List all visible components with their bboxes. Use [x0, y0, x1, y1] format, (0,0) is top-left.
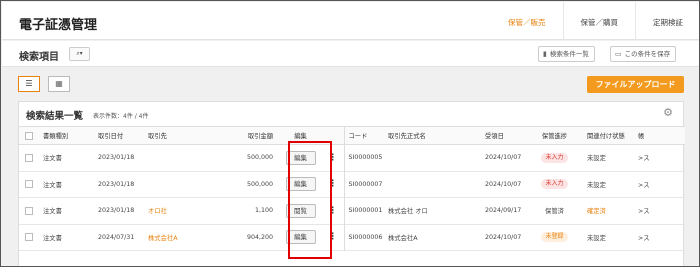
amount-cell: 1,100 [254, 207, 273, 215]
table-row[interactable]: 注文書 2024/07/31 株式会社A 904,200 編集 ⋮ SI0000… [19, 224, 685, 251]
search-bar: 検索項目 ⌕▾ ▮ 検索条件一覧 ▭ この条件を保存 [2, 41, 699, 67]
progress-badge: 未入力 [541, 179, 568, 190]
list-icon: ☰ [25, 79, 33, 88]
partner-cell[interactable]: オロ社 [144, 198, 214, 225]
link-status-cell: 未設定 [587, 181, 606, 189]
search-conditions-list-button[interactable]: ▮ 検索条件一覧 [538, 46, 595, 62]
header-nav: 保管／販売 保管／購買 定期検証 [491, 2, 699, 40]
more-cell: >ス [638, 155, 650, 163]
row-checkbox[interactable] [25, 206, 33, 215]
nav-purchase-storage[interactable]: 保管／購買 [562, 2, 636, 40]
link-status-cell: 未設定 [587, 234, 606, 242]
app-window: 電子証憑管理 保管／販売 保管／購買 定期検証 検索項目 ⌕▾ ▮ 検索条件一覧 … [0, 0, 700, 267]
code-cell: SI0000006 [343, 224, 384, 251]
more-menu-icon[interactable]: ⋮ [328, 232, 337, 242]
official-name-cell: 株式会社 オロ [388, 208, 428, 216]
code-cell: SI0000005 [343, 144, 384, 171]
more-cell: >ス [638, 208, 650, 216]
more-menu-icon[interactable]: ⋮ [328, 206, 337, 216]
select-all-checkbox[interactable] [25, 131, 33, 140]
results-panel: 検索結果一覧 表示件数：4件 / 4件 ⚙ 書類種別 取引日付 取引先 取引金額… [18, 101, 685, 266]
received-cell: 2024/09/17 [485, 207, 522, 215]
col-link-status[interactable]: 関連付け状態 [583, 126, 634, 145]
link-status-cell: 未設定 [587, 155, 606, 163]
select-all-header[interactable] [19, 126, 39, 145]
link-status-cell: 確定済 [587, 208, 606, 216]
view-button[interactable]: 閲覧 [285, 203, 316, 218]
row-checkbox[interactable] [25, 233, 33, 242]
more-cell: >ス [638, 181, 650, 189]
table-row[interactable]: 注文書 2023/01/18 500,000 編集 ⋮ SI0000005 20… [19, 144, 685, 172]
search-title: 検索項目 [19, 52, 59, 63]
edit-button[interactable]: 編集 [285, 230, 316, 245]
official-name-cell [384, 145, 481, 172]
col-progress[interactable]: 保管進捗 [526, 126, 583, 145]
file-upload-button[interactable]: ファイルアップロード [587, 76, 684, 93]
nav-sales-storage[interactable]: 保管／販売 [491, 2, 563, 40]
search-toggle-button[interactable]: ⌕▾ [69, 47, 90, 61]
more-menu-icon[interactable]: ⋮ [328, 179, 337, 189]
official-name-cell: 株式会社A [388, 234, 418, 242]
date-cell: 2023/01/18 [98, 154, 135, 162]
search-conditions-list-label: 検索条件一覧 [549, 50, 589, 58]
official-name-cell [384, 171, 481, 198]
doc-type-cell: 注文書 [43, 155, 62, 163]
bookmark-icon: ▮ [543, 50, 547, 58]
received-cell: 2024/10/07 [485, 233, 522, 241]
received-cell: 2024/10/07 [485, 180, 522, 188]
results-title: 検索結果一覧 [26, 111, 84, 122]
table-header: 書類種別 取引日付 取引先 取引金額 編集 コード 取引先正式名 受領日 保管進… [19, 126, 685, 145]
table-body: 注文書 2023/01/18 500,000 編集 ⋮ SI0000005 20… [19, 144, 685, 251]
list-view-button[interactable]: ☰ [18, 76, 40, 92]
col-partner[interactable]: 取引先 [144, 126, 214, 145]
progress-cell: 保管済 [545, 208, 564, 216]
col-official-name[interactable]: 取引先正式名 [384, 126, 481, 145]
amount-cell: 500,000 [246, 180, 273, 188]
edit-button[interactable]: 編集 [285, 150, 316, 165]
date-cell: 2024/07/31 [98, 233, 135, 241]
doc-type-cell: 注文書 [43, 181, 62, 189]
save-condition-button[interactable]: ▭ この条件を保存 [610, 46, 677, 62]
col-received[interactable]: 受領日 [481, 126, 526, 145]
nav-periodic-verification[interactable]: 定期検証 [635, 2, 699, 40]
header: 電子証憑管理 保管／販売 保管／購買 定期検証 [2, 2, 699, 40]
col-code[interactable]: コード [343, 126, 384, 145]
partner-cell[interactable] [144, 145, 214, 172]
code-cell: SI0000001 [343, 197, 384, 224]
col-edit: 編集 [279, 126, 322, 145]
results-count: 表示件数：4件 / 4件 [93, 113, 149, 120]
code-cell: SI0000007 [343, 171, 384, 198]
col-doc-type[interactable]: 書類種別 [39, 126, 94, 145]
progress-badge: 未入力 [541, 152, 568, 163]
more-cell: >ス [638, 234, 650, 242]
search-icon: ⌕▾ [76, 50, 83, 57]
amount-cell: 500,000 [246, 154, 273, 162]
partner-cell[interactable] [144, 171, 214, 198]
save-condition-label: この条件を保存 [624, 50, 671, 58]
received-cell: 2024/10/07 [485, 154, 522, 162]
gear-icon[interactable]: ⚙ [663, 106, 673, 119]
doc-type-cell: 注文書 [43, 234, 62, 242]
grid-view-button[interactable]: ▦ [48, 76, 70, 92]
row-checkbox[interactable] [25, 180, 33, 189]
col-date[interactable]: 取引日付 [94, 126, 144, 145]
date-cell: 2023/01/18 [98, 180, 135, 188]
results-table: 書類種別 取引日付 取引先 取引金額 編集 コード 取引先正式名 受領日 保管進… [19, 126, 685, 251]
grid-icon: ▦ [55, 79, 63, 88]
row-checkbox[interactable] [25, 153, 33, 162]
amount-cell: 904,200 [246, 233, 273, 241]
save-icon: ▭ [615, 50, 622, 58]
more-menu-icon[interactable]: ⋮ [328, 153, 337, 163]
col-more[interactable]: 帳 [634, 126, 685, 145]
progress-badge: 未登録 [541, 232, 568, 243]
app-title: 電子証憑管理 [19, 18, 98, 33]
date-cell: 2023/01/18 [98, 207, 135, 215]
edit-button[interactable]: 編集 [285, 177, 316, 192]
table-row[interactable]: 注文書 2023/01/18 オロ社 1,100 閲覧 ⋮ SI0000001 … [19, 197, 685, 225]
partner-cell[interactable]: 株式会社A [144, 224, 214, 251]
col-menu [322, 126, 344, 145]
doc-type-cell: 注文書 [43, 208, 62, 216]
col-amount[interactable]: 取引金額 [214, 126, 279, 145]
table-row[interactable]: 注文書 2023/01/18 500,000 編集 ⋮ SI0000007 20… [19, 171, 685, 198]
